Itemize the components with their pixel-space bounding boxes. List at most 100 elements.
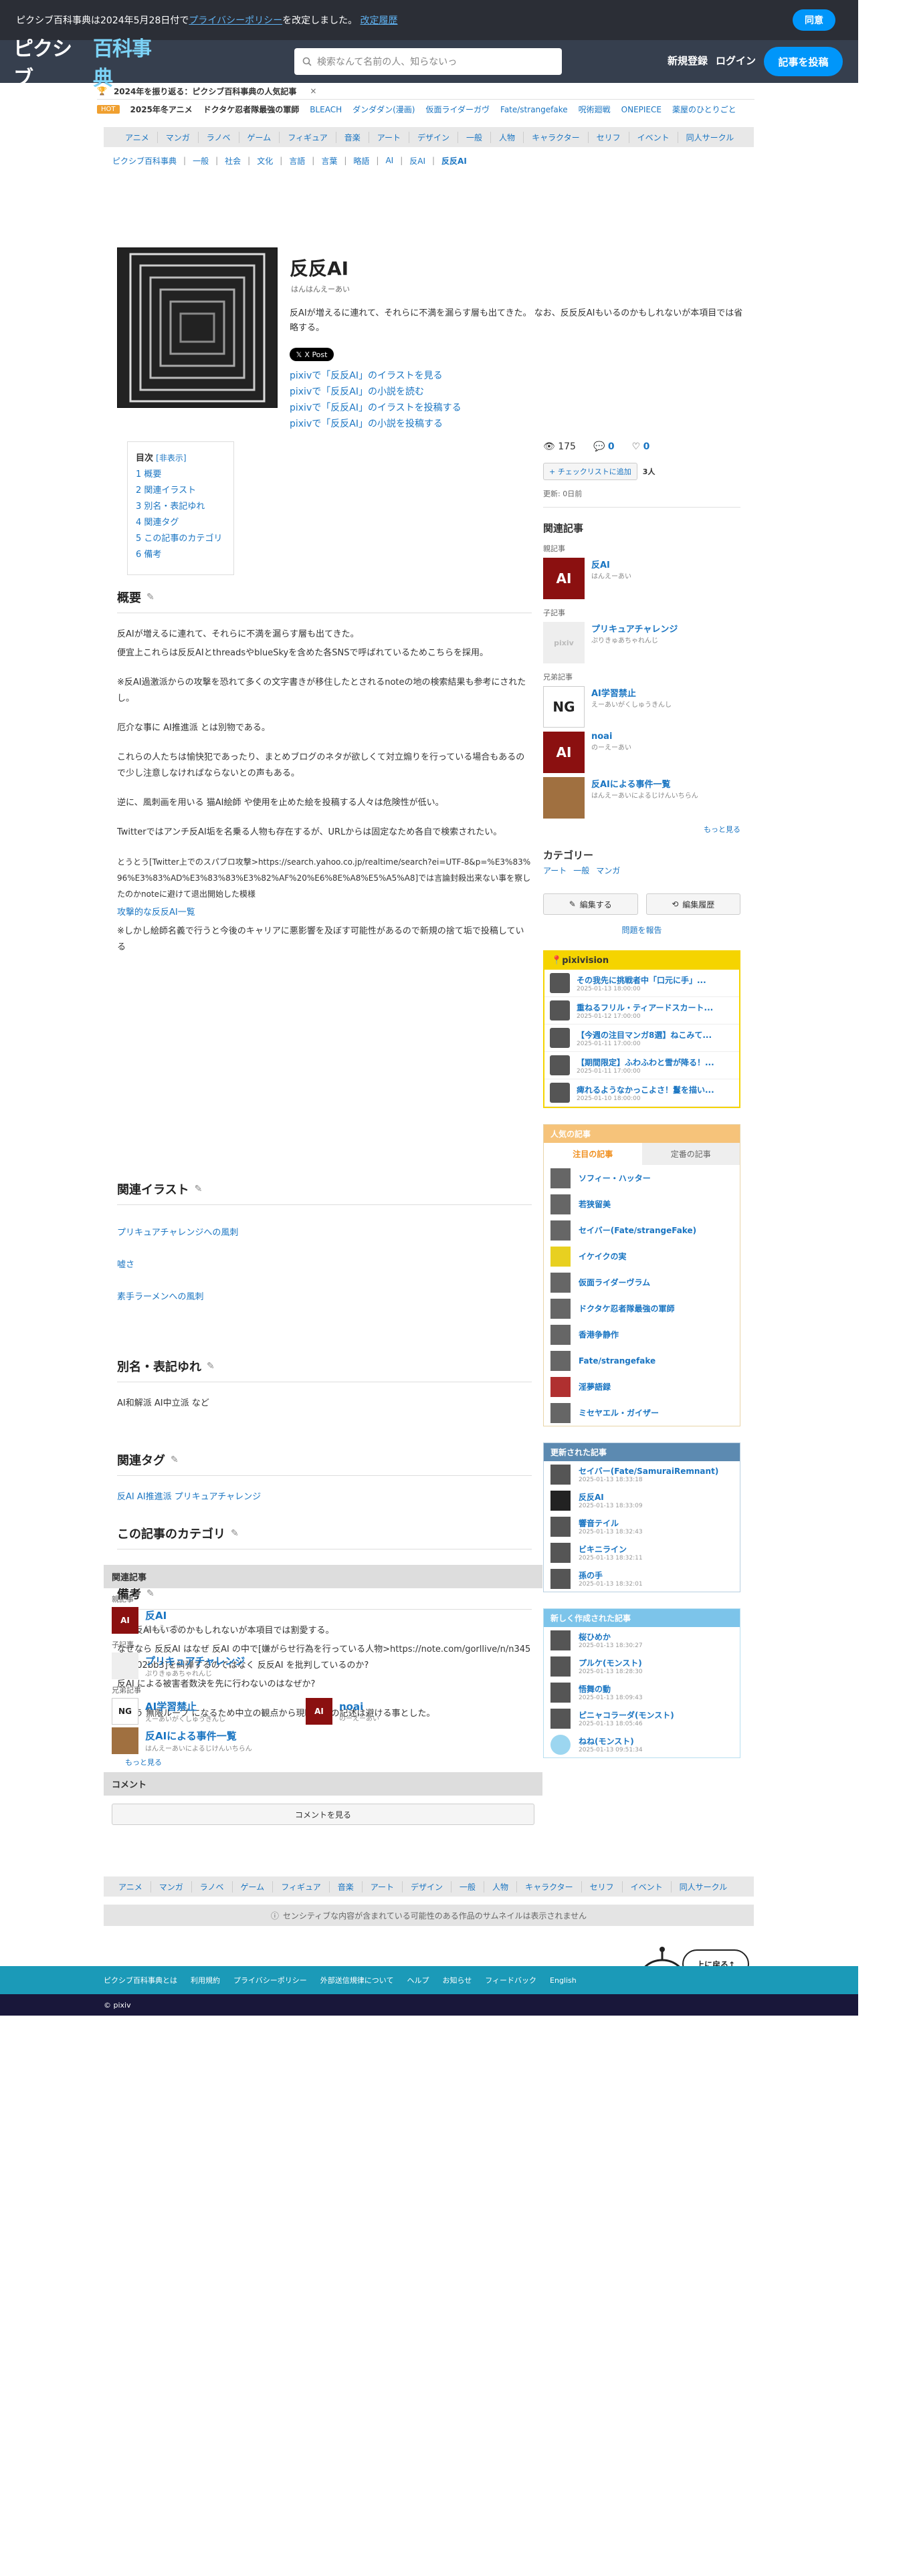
pixivision-item[interactable]: 重ねるフリル・ティアードスカート... 2025-01-12 17:00:00: [544, 997, 739, 1025]
hot-item[interactable]: 薬屋のひとりごと: [672, 104, 736, 115]
tag-link[interactable]: 反AI: [117, 1492, 134, 1502]
hot-season-label[interactable]: 2025年冬アニメ: [130, 104, 193, 115]
crumb[interactable]: ピクシブ百科事典: [112, 155, 177, 167]
toc-item[interactable]: 5 この記事のカテゴリ: [136, 531, 225, 547]
crumb[interactable]: 社会: [225, 155, 241, 167]
cat-event[interactable]: イベント: [623, 1881, 672, 1893]
crumb[interactable]: 言語: [289, 155, 305, 167]
footer-link[interactable]: 利用規約: [191, 1975, 220, 1985]
related-item[interactable]: AI 反AI はんえーあい: [112, 1607, 534, 1634]
agree-button[interactable]: 同意: [793, 9, 835, 31]
pencil-icon[interactable]: ✎: [231, 1528, 239, 1539]
related-item[interactable]: 反AIによる事件一覧 はんえーあいによるじけんいちらん: [543, 777, 740, 819]
category-link[interactable]: マンガ: [596, 865, 620, 876]
cat-anime[interactable]: アニメ: [117, 131, 158, 143]
cat-serif[interactable]: セリフ: [582, 1881, 623, 1893]
cat-circle[interactable]: 同人サークル: [678, 132, 742, 143]
pixiv-link[interactable]: pixivで「反反AI」の小説を投稿する: [290, 416, 462, 432]
privacy-policy-link[interactable]: プライバシーポリシー: [189, 13, 282, 27]
updated-item[interactable]: 反反AI 2025-01-13 18:33:09: [544, 1487, 740, 1513]
aggressive-list-link[interactable]: 攻撃的な反反AI一覧: [117, 907, 195, 918]
cat-character[interactable]: キャラクター: [517, 1881, 582, 1893]
new-item[interactable]: 桜ひめか 2025-01-13 18:30:27: [544, 1627, 740, 1653]
cat-game[interactable]: ゲーム: [233, 1881, 274, 1893]
footer-link[interactable]: ヘルプ: [407, 1975, 429, 1985]
cat-circle[interactable]: 同人サークル: [672, 1881, 736, 1893]
crumb[interactable]: 一般: [193, 155, 209, 167]
pixivision-item[interactable]: 【今週の注目マンガ8選】ねこみて... 2025-01-11 17:00:00: [544, 1025, 739, 1052]
post-article-button[interactable]: 記事を投稿: [764, 47, 843, 76]
new-item[interactable]: ねね(モンスト) 2025-01-13 09:51:34: [544, 1731, 740, 1757]
hot-item[interactable]: 呪術廻戦: [579, 104, 611, 115]
signup-link[interactable]: 新規登録: [668, 53, 708, 68]
category-link[interactable]: アート: [543, 865, 567, 876]
cat-design[interactable]: デザイン: [409, 131, 459, 143]
pixivision-item[interactable]: その我先に挑戦者中「口元に手」... 2025-01-13 18:00:00: [544, 970, 739, 997]
related-item[interactable]: AI noai のーえーあい: [543, 732, 740, 773]
updated-item[interactable]: 響音テイル 2025-01-13 18:32:43: [544, 1513, 740, 1539]
toc-hide-link[interactable]: [非表示]: [156, 453, 186, 463]
related-item[interactable]: 反AIによる事件一覧 はんえーあいによるじけんいちらん: [112, 1727, 534, 1754]
updated-item[interactable]: ビキニライン 2025-01-13 18:32:11: [544, 1539, 740, 1566]
cat-anime[interactable]: アニメ: [110, 1881, 151, 1893]
pixiv-link[interactable]: pixivで「反反AI」のイラストを投稿する: [290, 400, 462, 416]
report-link[interactable]: 問題を報告: [543, 924, 740, 936]
tag-link[interactable]: AI推進派: [137, 1492, 172, 1502]
footer-link[interactable]: フィードバック: [485, 1975, 536, 1985]
pixiv-link[interactable]: pixivで「反反AI」のイラストを見る: [290, 368, 462, 384]
cat-figure[interactable]: フィギュア: [273, 1881, 330, 1893]
toc-item[interactable]: 1 概要: [136, 467, 225, 483]
view-comments-button[interactable]: コメントを見る: [112, 1804, 534, 1825]
cat-ranobe[interactable]: ラノベ: [192, 1881, 233, 1893]
toc-item[interactable]: 3 別名・表記ゆれ: [136, 499, 225, 515]
pixivision-item[interactable]: 痺れるようなかっこよさ！鬘を描い... 2025-01-10 18:00:00: [544, 1079, 739, 1107]
illust-link[interactable]: 嘘さ: [117, 1260, 134, 1270]
popular-item[interactable]: ドクタケ忍者隊最強の軍師: [544, 1295, 740, 1321]
popular-item[interactable]: セイバー(Fate/strangeFake): [544, 1217, 740, 1243]
crumb[interactable]: 反AI: [409, 155, 425, 167]
popular-item[interactable]: 淫夢語録: [544, 1374, 740, 1400]
checklist-add-button[interactable]: + チェックリストに追加: [543, 463, 637, 480]
footer-link[interactable]: プライバシーポリシー: [233, 1975, 307, 1985]
pencil-icon[interactable]: ✎: [171, 1455, 179, 1465]
toc-item[interactable]: 2 関連イラスト: [136, 483, 225, 499]
cat-event[interactable]: イベント: [629, 131, 678, 143]
related-item[interactable]: AI 反AI はんえーあい: [543, 558, 740, 599]
cat-manga[interactable]: マンガ: [151, 1881, 192, 1893]
link-paragraph[interactable]: 攻撃的な反反AI一覧: [117, 905, 532, 921]
footer-link[interactable]: お知らせ: [442, 1975, 472, 1985]
pixiv-link[interactable]: pixivで「反反AI」の小説を読む: [290, 384, 462, 400]
popular-item[interactable]: Fate/strangefake: [544, 1348, 740, 1374]
tab-trending[interactable]: 注目の記事: [544, 1143, 642, 1165]
crumb[interactable]: AI: [385, 156, 393, 165]
new-item[interactable]: プルケ(モンスト) 2025-01-13 18:28:30: [544, 1653, 740, 1679]
related-title[interactable]: AI学習禁止: [591, 686, 672, 699]
related-title[interactable]: noai: [591, 732, 631, 742]
x-post-button[interactable]: 𝕏X Post: [290, 348, 334, 361]
popular-item[interactable]: ミセヤエル・ガイザー: [544, 1400, 740, 1426]
hot-item[interactable]: Fate/strangefake: [500, 105, 568, 114]
related-title[interactable]: 反AI: [591, 558, 631, 570]
updated-item[interactable]: 孫の手 2025-01-13 18:32:01: [544, 1566, 740, 1592]
related-title[interactable]: プリキュアチャレンジ: [591, 622, 678, 635]
more-link[interactable]: もっと見る: [543, 824, 740, 835]
cat-figure[interactable]: フィギュア: [280, 131, 336, 143]
tag-link[interactable]: プリキュアチャレンジ: [175, 1492, 261, 1502]
related-item[interactable]: AI noai のーえーあい: [306, 1698, 379, 1725]
popular-item[interactable]: イケイクの実: [544, 1243, 740, 1269]
search-input[interactable]: 検索なんて名前の人、知らないっ: [294, 48, 562, 75]
hot-item[interactable]: ONEPIECE: [621, 105, 662, 114]
login-link[interactable]: ログイン: [716, 53, 756, 68]
article-thumbnail[interactable]: [117, 247, 278, 408]
site-logo[interactable]: ピクシブ 百科事典: [13, 37, 167, 90]
cat-music[interactable]: 音楽: [336, 131, 369, 143]
category-link[interactable]: 一般: [573, 865, 589, 876]
hot-item[interactable]: BLEACH: [310, 105, 342, 114]
cat-manga[interactable]: マンガ: [158, 131, 199, 143]
cat-person[interactable]: 人物: [491, 131, 524, 143]
cat-music[interactable]: 音楽: [330, 1881, 363, 1893]
cat-general[interactable]: 一般: [451, 1881, 485, 1893]
popular-item[interactable]: 若狭留美: [544, 1191, 740, 1217]
illust-link[interactable]: 素手ラーメンへの風刺: [117, 1292, 203, 1302]
updated-item[interactable]: セイバー(Fate/SamuraiRemnant) 2025-01-13 18:3…: [544, 1461, 740, 1487]
